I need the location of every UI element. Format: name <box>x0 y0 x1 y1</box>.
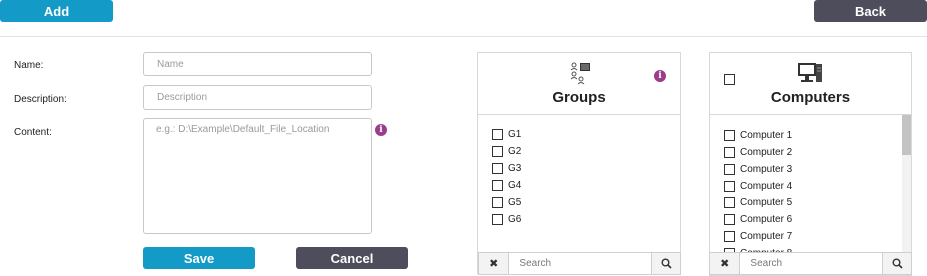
checkbox[interactable] <box>724 197 735 208</box>
group-item-g1[interactable]: G1 <box>492 129 521 140</box>
group-item-g5[interactable]: G5 <box>492 197 521 208</box>
computers-search-input[interactable] <box>740 253 883 274</box>
clear-search-icon[interactable]: ✖ <box>710 253 741 274</box>
groups-panel: Groups i G1 G2 G3 G4 G5 G6 <box>477 52 681 274</box>
groups-info-icon[interactable]: i <box>654 70 666 82</box>
groups-panel-header: Groups i <box>478 53 680 115</box>
computer-item[interactable]: Computer 4 <box>724 181 792 192</box>
content-textarea[interactable] <box>143 118 372 234</box>
description-input[interactable] <box>143 85 372 110</box>
group-item-g4[interactable]: G4 <box>492 180 521 191</box>
search-icon[interactable] <box>651 253 680 274</box>
save-button[interactable]: Save <box>143 247 255 269</box>
name-input[interactable] <box>143 52 372 76</box>
checkbox[interactable] <box>492 180 503 191</box>
computer-item[interactable]: Computer 2 <box>724 147 792 158</box>
checkbox[interactable] <box>724 130 735 141</box>
group-item-g2[interactable]: G2 <box>492 146 521 157</box>
groups-search-bar: ✖ <box>478 252 681 275</box>
clear-search-icon[interactable]: ✖ <box>479 253 510 274</box>
computer-item[interactable]: Computer 3 <box>724 164 792 175</box>
checkbox[interactable] <box>724 164 735 175</box>
computer-icon <box>798 63 822 82</box>
computers-title: Computers <box>770 89 851 106</box>
header-divider <box>0 36 927 37</box>
name-label: Name: <box>14 60 44 71</box>
computers-panel-header: Computers <box>710 53 911 115</box>
groups-icon <box>570 62 590 85</box>
checkbox[interactable] <box>492 197 503 208</box>
description-label: Description: <box>14 94 67 105</box>
computer-item[interactable]: Computer 5 <box>724 197 792 208</box>
cancel-button[interactable]: Cancel <box>296 247 408 269</box>
back-button[interactable]: Back <box>814 0 927 22</box>
checkbox[interactable] <box>492 163 503 174</box>
computer-item[interactable]: Computer 7 <box>724 231 792 242</box>
content-info-icon[interactable]: i <box>375 124 387 136</box>
computer-item[interactable]: Computer 1 <box>724 130 792 141</box>
group-item-g6[interactable]: G6 <box>492 214 521 225</box>
select-all-checkbox[interactable] <box>724 74 735 85</box>
content-label: Content: <box>14 127 52 138</box>
checkbox[interactable] <box>492 146 503 157</box>
checkbox[interactable] <box>724 231 735 242</box>
group-item-g3[interactable]: G3 <box>492 163 521 174</box>
checkbox[interactable] <box>724 181 735 192</box>
checkbox[interactable] <box>724 147 735 158</box>
add-button[interactable]: Add <box>0 0 113 22</box>
checkbox[interactable] <box>492 214 503 225</box>
computers-search-bar: ✖ <box>709 252 912 275</box>
checkbox[interactable] <box>492 129 503 140</box>
search-icon[interactable] <box>882 253 911 274</box>
groups-search-input[interactable] <box>509 253 652 274</box>
scrollbar-thumb[interactable] <box>902 115 911 155</box>
checkbox[interactable] <box>724 214 735 225</box>
computer-item[interactable]: Computer 6 <box>724 214 792 225</box>
groups-title: Groups <box>552 89 606 106</box>
computers-panel: Computers Computer 1 Computer 2 Computer… <box>709 52 912 276</box>
